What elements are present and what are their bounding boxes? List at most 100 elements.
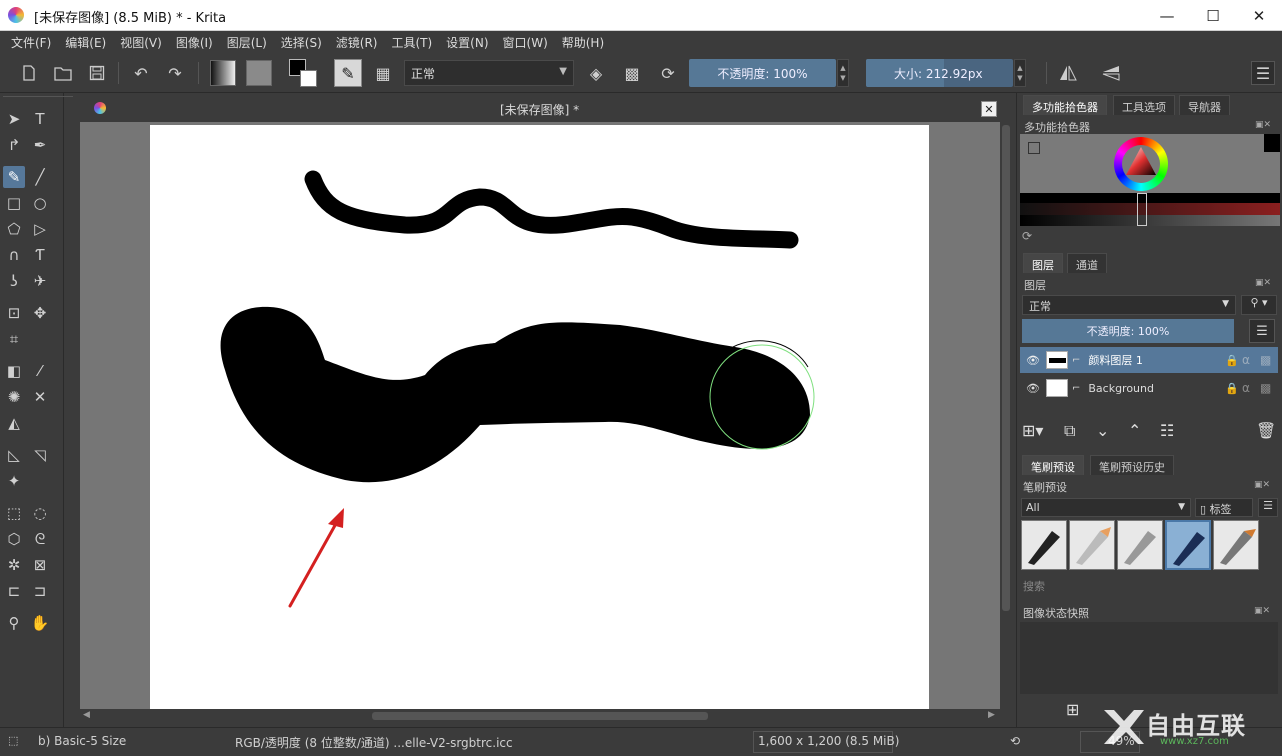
minimize-button[interactable]: — <box>1144 0 1190 31</box>
panel-float-close-icon[interactable]: ▣✕ <box>1254 480 1270 490</box>
brush-search-field[interactable]: 搜索 <box>1023 578 1045 594</box>
menu-select[interactable]: 选择(S) <box>274 34 329 51</box>
tab-layers[interactable]: 图层 <box>1023 253 1063 273</box>
close-document-icon[interactable]: ✕ <box>981 101 997 117</box>
text-tool-icon[interactable]: T <box>29 108 51 130</box>
alpha-icon[interactable]: α <box>1242 353 1250 367</box>
hue-ring[interactable] <box>1114 137 1168 191</box>
new-document-icon[interactable] <box>17 61 41 85</box>
brush-preset-button[interactable]: ✎ <box>334 59 362 87</box>
menu-view[interactable]: 视图(V) <box>113 34 169 51</box>
smart-patch-icon[interactable]: ✺ <box>3 386 25 408</box>
rotate-canvas-icon[interactable]: ⟲ <box>1010 734 1020 748</box>
opacity-spinner[interactable]: ▲ ▼ <box>837 59 849 87</box>
brush-view-options-icon[interactable]: ☰ <box>1258 498 1278 517</box>
size-spinner[interactable]: ▲ ▼ <box>1014 59 1026 87</box>
blend-mode-select[interactable]: 正常 ▼ <box>404 60 574 86</box>
fg-bg-color-selector[interactable] <box>289 59 317 87</box>
redo-icon[interactable]: ↷ <box>163 61 187 85</box>
scroll-right-icon[interactable]: ▶ <box>988 710 995 720</box>
assistant-tool-icon[interactable]: ✕ <box>29 386 51 408</box>
vertical-scrollbar[interactable] <box>1000 95 1012 709</box>
preserve-alpha-icon[interactable]: ▩ <box>620 61 644 85</box>
document-tab[interactable]: [未保存图像] * <box>80 95 1000 122</box>
value-strip[interactable] <box>1020 215 1280 226</box>
layer-properties-icon[interactable]: ☰ <box>1249 319 1275 343</box>
menu-settings[interactable]: 设置(N) <box>439 34 495 51</box>
docker-menu-icon[interactable]: ☰ <box>1251 61 1275 85</box>
mirror-horizontal-icon[interactable] <box>1056 61 1080 85</box>
tab-navigator[interactable]: 导航器 <box>1179 95 1230 115</box>
color-picker-icon[interactable]: ⁄ <box>29 360 51 382</box>
multibrush-icon[interactable]: ✈ <box>29 270 51 292</box>
horizontal-scroll-thumb[interactable] <box>372 712 708 720</box>
shade-strip[interactable] <box>1020 203 1280 215</box>
menu-window[interactable]: 窗口(W) <box>496 34 555 51</box>
ellipse-tool-icon[interactable]: ○ <box>29 192 51 214</box>
vertical-scroll-thumb[interactable] <box>1002 125 1010 611</box>
layer-row[interactable]: 👁 ⌐ Background 🔒 α ▩ <box>1020 375 1278 401</box>
panel-float-close-icon[interactable]: ▣✕ <box>1255 278 1271 288</box>
fill-tool-icon[interactable]: ◭ <box>3 412 25 434</box>
move-layer-up-icon[interactable]: ⌃ <box>1128 421 1141 440</box>
gradient-selector[interactable] <box>210 60 236 86</box>
duplicate-layer-icon[interactable]: ⧉ <box>1064 421 1075 441</box>
layer-filter-icon[interactable]: ⚲ ▾ <box>1241 295 1277 315</box>
undo-icon[interactable]: ↶ <box>129 61 153 85</box>
opacity-slider[interactable]: 不透明度: 100% <box>689 59 836 87</box>
brush-filter-select[interactable]: All ▼ <box>1021 498 1191 517</box>
color-selector[interactable] <box>1020 134 1280 226</box>
calligraphy-icon[interactable]: ✒ <box>29 134 51 156</box>
edit-shape-icon[interactable]: ↱ <box>3 134 25 156</box>
lock-icon[interactable]: 🔒 <box>1225 382 1239 395</box>
bezier-tool-icon[interactable]: ∩ <box>3 244 25 266</box>
brush-settings-icon[interactable]: ▦ <box>371 61 395 85</box>
rectangle-tool-icon[interactable]: □ <box>3 192 25 214</box>
alpha-icon[interactable]: α <box>1242 381 1250 395</box>
brush-preset-ink[interactable] <box>1021 520 1067 570</box>
eye-icon[interactable]: 👁 <box>1026 354 1040 367</box>
layer-name[interactable]: Background <box>1088 382 1154 395</box>
gradient-tool-icon[interactable]: ◧ <box>3 360 25 382</box>
eye-icon[interactable]: 👁 <box>1026 382 1040 395</box>
polygon-tool-icon[interactable]: ⬠ <box>3 218 25 240</box>
reload-preset-icon[interactable]: ⟳ <box>656 61 680 85</box>
horizontal-scrollbar[interactable]: ◀ ▶ <box>80 709 1000 723</box>
magnetic-select-icon[interactable]: ⊐ <box>29 580 51 602</box>
save-icon[interactable] <box>85 61 109 85</box>
color-settings-icon[interactable] <box>1028 142 1040 154</box>
layer-blend-select[interactable]: 正常 ▼ <box>1022 295 1236 315</box>
freehand-brush-icon[interactable]: ✎ <box>3 166 25 188</box>
open-folder-icon[interactable] <box>51 61 75 85</box>
delete-layer-icon[interactable]: 🗑 <box>1256 421 1276 440</box>
layer-settings-icon[interactable]: ☷ <box>1160 421 1174 440</box>
brush-tag-select[interactable]: ▯ 标签 <box>1195 498 1253 517</box>
brush-preset-paint[interactable] <box>1213 520 1259 570</box>
crop-tool-icon[interactable]: ⌗ <box>3 328 25 350</box>
dynamic-brush-icon[interactable]: ʖ <box>3 270 25 292</box>
panel-float-close-icon[interactable]: ▣✕ <box>1255 120 1271 130</box>
black-strip[interactable] <box>1020 193 1280 203</box>
mirror-vertical-icon[interactable] <box>1099 61 1123 85</box>
tab-tool-options[interactable]: 工具选项 <box>1113 95 1175 115</box>
tab-brush-history[interactable]: 笔刷预设历史 <box>1090 455 1174 475</box>
tab-brush-presets[interactable]: 笔刷预设 <box>1022 455 1084 475</box>
snapshot-list[interactable] <box>1020 622 1278 694</box>
tab-advanced-color-selector[interactable]: 多功能拾色器 <box>1023 95 1107 115</box>
menu-tools[interactable]: 工具(T) <box>384 34 439 51</box>
refresh-color-icon[interactable]: ⟳ <box>1022 229 1032 243</box>
brush-preset-basic-size[interactable] <box>1165 520 1211 570</box>
reference-pin-icon[interactable]: ✦ <box>3 470 25 492</box>
line-tool-icon[interactable]: ╱ <box>29 166 51 188</box>
polygon-select-icon[interactable]: ⬡ <box>3 528 25 550</box>
maximize-button[interactable]: ☐ <box>1190 0 1236 31</box>
polyline-tool-icon[interactable]: ▷ <box>29 218 51 240</box>
menu-help[interactable]: 帮助(H) <box>555 34 611 51</box>
lock-icon[interactable]: 🔒 <box>1225 354 1239 367</box>
eraser-icon[interactable]: ◈ <box>584 61 608 85</box>
pattern-selector[interactable] <box>246 60 272 86</box>
perspective-grid-icon[interactable]: ◹ <box>29 444 51 466</box>
menu-image[interactable]: 图像(I) <box>169 34 220 51</box>
layer-row[interactable]: 👁 ⌐ 颜料图层 1 🔒 α ▩ <box>1020 347 1278 373</box>
move-tool-icon[interactable]: ✥ <box>29 302 51 324</box>
